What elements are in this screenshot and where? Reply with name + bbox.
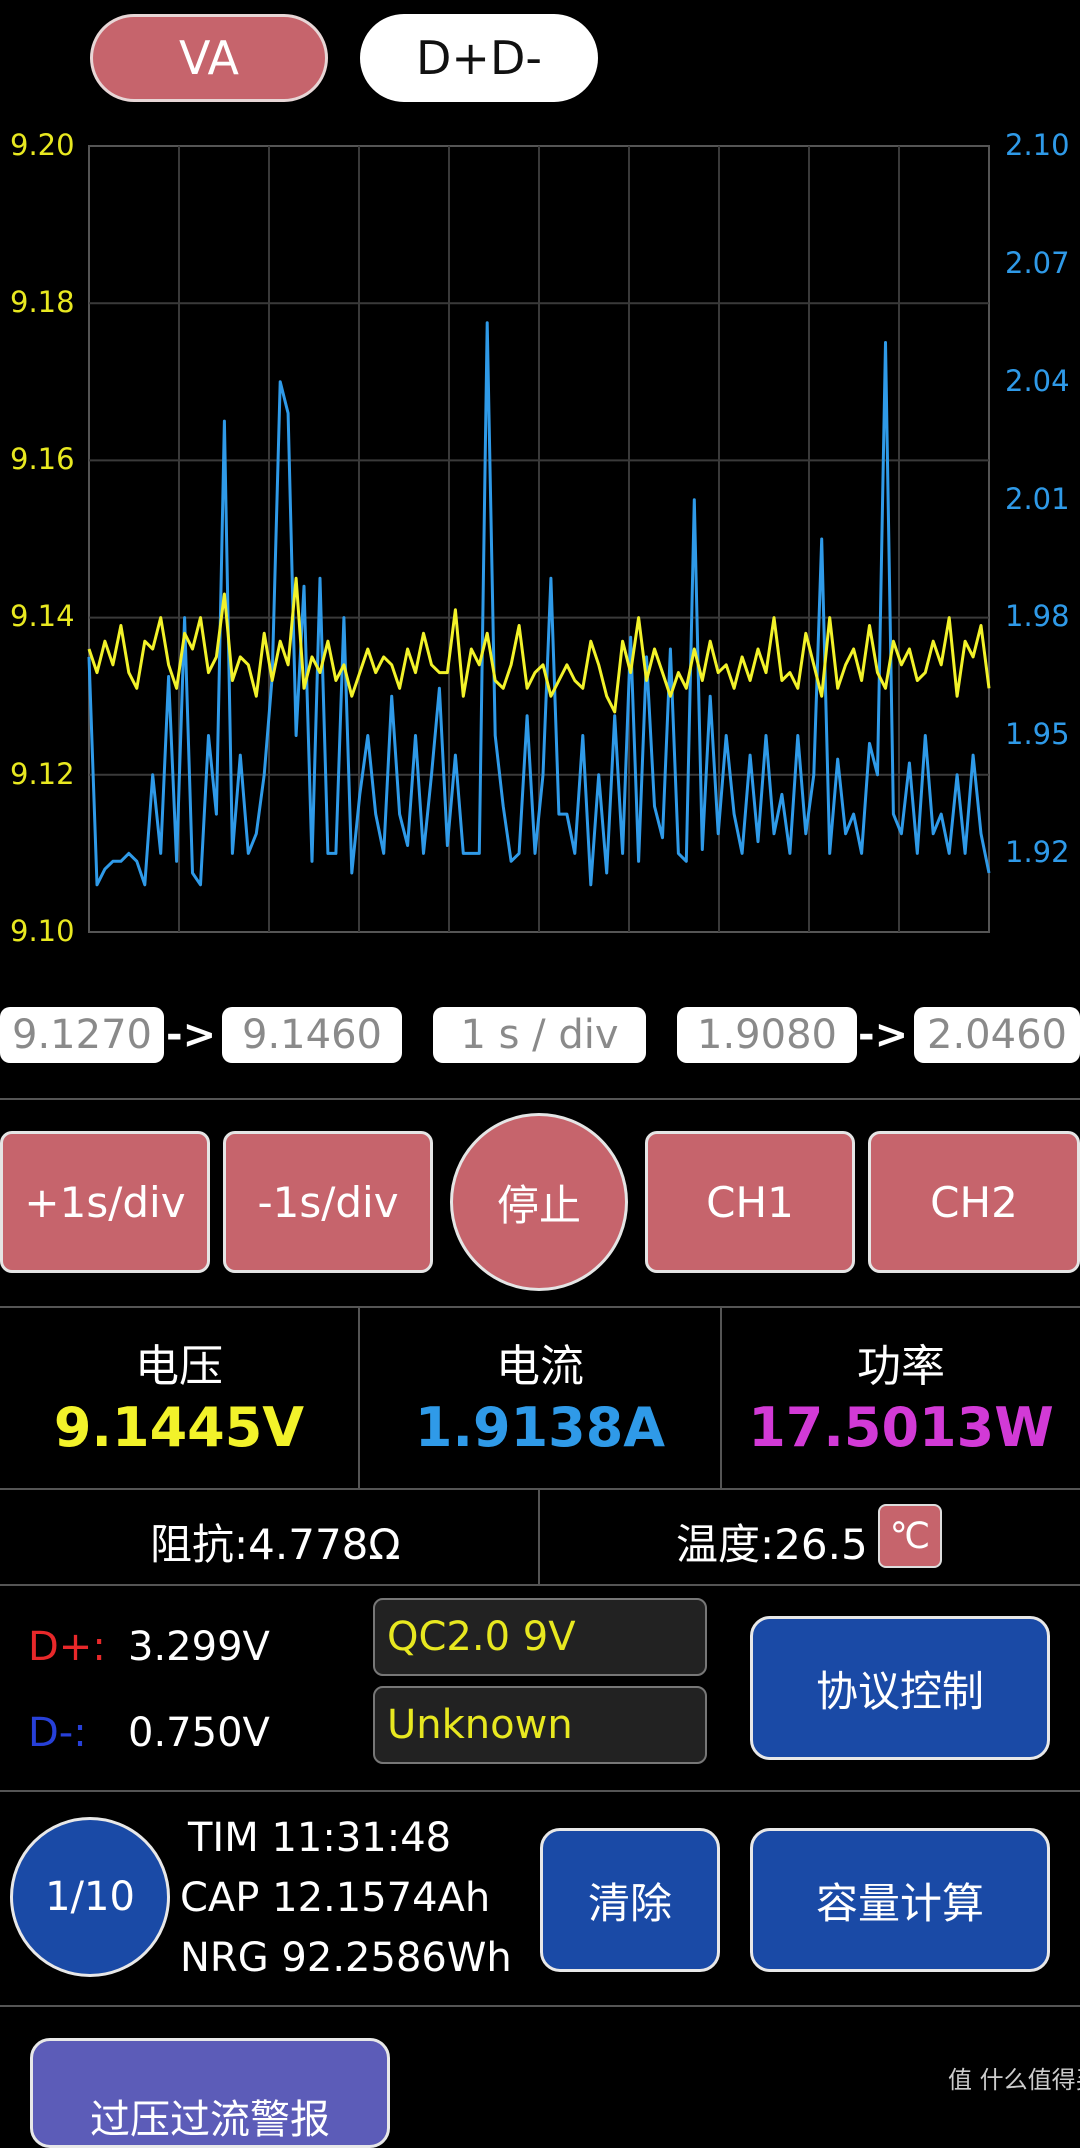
divider (0, 1584, 1080, 1586)
timebase-field[interactable]: 1 s / div (433, 1007, 646, 1063)
tab-dd[interactable]: D+D- (360, 14, 598, 102)
watermark: 值 什么值得买 (948, 2066, 1080, 2094)
right-max-field[interactable]: 2.0460 (914, 1007, 1080, 1063)
page-indicator-button[interactable]: 1/10 (10, 1817, 170, 1977)
left-tick: 9.14 (10, 599, 75, 633)
range-arrow: -> (166, 1012, 217, 1058)
divider (0, 1488, 1080, 1490)
divider (0, 1306, 1080, 1308)
chart-svg (87, 145, 991, 933)
divider (0, 2005, 1080, 2007)
clear-button[interactable]: 清除 (540, 1828, 720, 1972)
right-tick: 2.10 (1005, 128, 1070, 162)
time-readout: TIM 11:31:48 (188, 1815, 452, 1861)
protocol-control-button[interactable]: 协议控制 (750, 1616, 1050, 1760)
left-tick: 9.16 (10, 442, 75, 476)
protocol-primary: QC2.0 9V (373, 1598, 707, 1676)
left-tick: 9.20 (10, 128, 75, 162)
stop-button[interactable]: 停止 (450, 1113, 628, 1291)
current-value: 1.9138A (414, 1396, 666, 1459)
right-tick: 1.92 (1005, 835, 1070, 869)
increase-timebase-button[interactable]: +1s/div (0, 1131, 210, 1273)
overvoltage-alert-button[interactable]: 过压过流警报 (30, 2038, 390, 2148)
right-min-field[interactable]: 1.9080 (677, 1007, 857, 1063)
chart (0, 130, 1080, 950)
dplus-label: D+: (28, 1624, 106, 1670)
protocol-secondary: Unknown (373, 1686, 707, 1764)
temperature-readout: 温度:26.5 (676, 1520, 868, 1569)
decrease-timebase-button[interactable]: -1s/div (223, 1131, 433, 1273)
left-max-field[interactable]: 9.1460 (222, 1007, 402, 1063)
energy-readout: NRG 92.2586Wh (180, 1935, 512, 1981)
divider (0, 1098, 1080, 1100)
divider (538, 1488, 540, 1584)
voltage-label: 电压 (135, 1341, 223, 1392)
range-arrow: -> (858, 1012, 909, 1058)
dminus-value: 0.750V (128, 1710, 270, 1756)
right-tick: 1.95 (1005, 717, 1070, 751)
right-tick: 2.04 (1005, 364, 1070, 398)
right-tick: 1.98 (1005, 599, 1070, 633)
dplus-value: 3.299V (128, 1624, 270, 1670)
capacity-calc-button[interactable]: 容量计算 (750, 1828, 1050, 1972)
voltage-value: 9.1445V (53, 1396, 305, 1459)
right-tick: 2.01 (1005, 482, 1070, 516)
temperature-unit-button[interactable]: ℃ (878, 1504, 942, 1568)
capacity-readout: CAP 12.1574Ah (180, 1875, 491, 1921)
power-value: 17.5013W (748, 1396, 1054, 1459)
left-tick: 9.10 (10, 914, 75, 948)
current-label: 电流 (496, 1341, 584, 1392)
tab-va[interactable]: VA (90, 14, 328, 102)
dminus-label: D-: (28, 1710, 87, 1756)
divider (0, 1790, 1080, 1792)
power-label: 功率 (857, 1341, 945, 1392)
impedance-readout: 阻抗:4.778Ω (150, 1520, 401, 1569)
ch1-button[interactable]: CH1 (645, 1131, 855, 1273)
right-tick: 2.07 (1005, 246, 1070, 280)
ch2-button[interactable]: CH2 (868, 1131, 1080, 1273)
left-min-field[interactable]: 9.1270 (0, 1007, 164, 1063)
left-tick: 9.12 (10, 757, 75, 791)
left-tick: 9.18 (10, 285, 75, 319)
